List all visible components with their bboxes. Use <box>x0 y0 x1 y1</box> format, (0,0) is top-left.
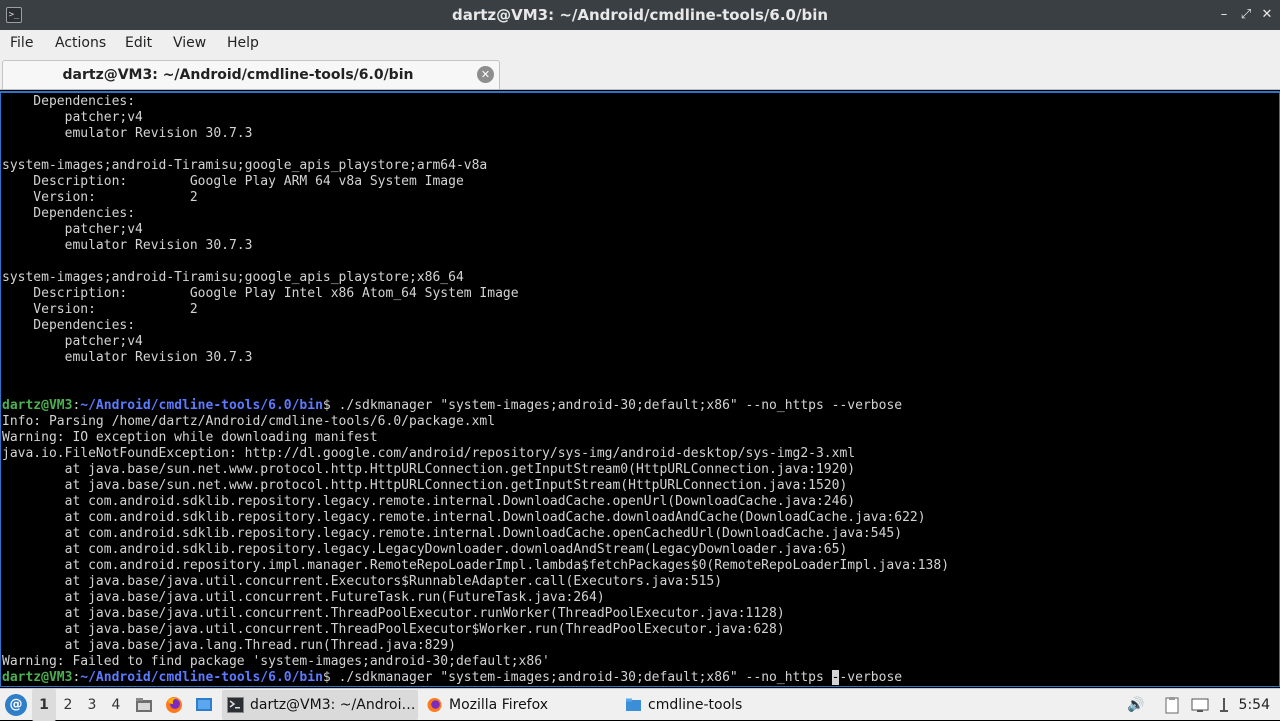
prompt-user: dartz@VM3 <box>2 670 73 685</box>
terminal-line: emulator Revision 30.7.3 <box>2 238 253 253</box>
terminal-line: Description: Google Play ARM 64 v8a Syst… <box>2 174 464 189</box>
menu-bar: File Actions Edit View Help <box>0 30 1280 58</box>
terminal-line: at com.android.sdklib.repository.legacy.… <box>2 510 926 525</box>
terminal-tab[interactable]: dartz@VM3: ~/Android/cmdline-tools/6.0/b… <box>2 60 500 89</box>
terminal-line: dartz@VM3:~/Android/cmdline-tools/6.0/bi… <box>2 398 903 413</box>
menu-help[interactable]: Help <box>227 35 259 51</box>
task-terminal[interactable]: dartz@VM3: ~/Androi… <box>222 690 418 720</box>
terminal-line: at java.base/java.util.concurrent.Thread… <box>2 622 785 637</box>
menu-edit[interactable]: Edit <box>125 35 152 51</box>
clock[interactable]: 5:54 <box>1239 689 1270 721</box>
terminal-line: at com.android.sdklib.repository.legacy.… <box>2 494 856 509</box>
terminal-line: Warning: IO exception while downloading … <box>2 430 378 445</box>
terminal-line: system-images;android-Tiramisu;google_ap… <box>2 270 464 285</box>
folder-icon <box>626 698 641 711</box>
terminal-line: at java.base/sun.net.www.protocol.http.H… <box>2 478 848 493</box>
terminal-icon <box>227 697 244 713</box>
close-button[interactable]: ✕ <box>1257 4 1277 26</box>
taskbar: @ 1 2 3 4 dartz@VM3: ~/Androi… Mozilla F… <box>0 688 1280 721</box>
task-firefox-label: Mozilla Firefox <box>449 697 549 713</box>
terminal-line: Dependencies: <box>2 318 136 333</box>
menu-file[interactable]: File <box>10 35 33 51</box>
workspace-2[interactable]: 2 <box>56 689 80 721</box>
terminal-line: Description: Google Play Intel x86 Atom_… <box>2 286 519 301</box>
debian-swirl-icon[interactable]: @ <box>5 694 27 716</box>
task-terminal-label: dartz@VM3: ~/Androi… <box>250 697 416 713</box>
workspace-3[interactable]: 3 <box>80 689 104 721</box>
tab-label: dartz@VM3: ~/Android/cmdline-tools/6.0/b… <box>62 67 414 83</box>
prompt-user: dartz@VM3 <box>2 398 73 413</box>
task-firefox[interactable]: Mozilla Firefox <box>421 690 617 720</box>
window-titlebar: >_ dartz@VM3: ~/Android/cmdline-tools/6.… <box>0 0 1280 30</box>
workspace-4[interactable]: 4 <box>104 689 128 721</box>
network-icon[interactable] <box>1214 695 1234 715</box>
terminal-line: at java.base/sun.net.www.protocol.http.H… <box>2 462 856 477</box>
terminal-line: at java.base/java.util.concurrent.Future… <box>2 590 605 605</box>
task-file-manager-label: cmdline-tools <box>648 697 743 713</box>
prompt-path: ~/Android/cmdline-tools/6.0/bin <box>80 398 323 413</box>
terminal-lines: Dependencies: patcher;v4 emulator Revisi… <box>2 94 949 686</box>
tab-close-icon[interactable]: ✕ <box>477 66 494 83</box>
terminal-line: patcher;v4 <box>2 334 143 349</box>
volume-icon[interactable]: 🔊 <box>1126 695 1146 715</box>
terminal-input-line[interactable]: dartz@VM3:~/Android/cmdline-tools/6.0/bi… <box>2 670 949 686</box>
terminal-line: Info: Parsing /home/dartz/Android/cmdlin… <box>2 414 496 429</box>
tab-bar: dartz@VM3: ~/Android/cmdline-tools/6.0/b… <box>0 58 1280 90</box>
task-file-manager[interactable]: cmdline-tools <box>620 690 816 720</box>
terminal-line: at java.base/java.util.concurrent.Execut… <box>2 574 723 589</box>
terminal-line: Version: 2 <box>2 302 198 317</box>
terminal-line: Warning: Failed to find package 'system-… <box>2 654 550 669</box>
terminal-line: at com.android.repository.impl.manager.R… <box>2 558 950 573</box>
terminal-line: system-images;android-Tiramisu;google_ap… <box>2 158 488 173</box>
window-title: dartz@VM3: ~/Android/cmdline-tools/6.0/b… <box>451 6 829 24</box>
terminal-line: Dependencies: <box>2 206 136 221</box>
firefox-launcher-icon[interactable] <box>164 695 184 715</box>
desktop-launcher-icon[interactable] <box>194 695 214 715</box>
terminal-line: java.io.FileNotFoundException: http://dl… <box>2 446 856 461</box>
workspace-1[interactable]: 1 <box>32 689 56 721</box>
terminal-line: patcher;v4 <box>2 110 143 125</box>
clipboard-icon[interactable] <box>1162 695 1182 715</box>
firefox-icon <box>427 698 442 712</box>
menu-actions[interactable]: Actions <box>55 35 106 51</box>
terminal-line: Version: 2 <box>2 190 198 205</box>
terminal-line: at com.android.sdklib.repository.legacy.… <box>2 526 903 541</box>
maximize-button[interactable]: ⤢ <box>1236 4 1256 26</box>
menu-view[interactable]: View <box>173 35 206 51</box>
terminal-line: patcher;v4 <box>2 222 143 237</box>
terminal-output[interactable]: Dependencies: patcher;v4 emulator Revisi… <box>0 91 1280 687</box>
terminal-line: emulator Revision 30.7.3 <box>2 126 253 141</box>
terminal-line: Dependencies: <box>2 94 136 109</box>
terminal-line: at java.base/java.lang.Thread.run(Thread… <box>2 638 456 653</box>
minimize-button[interactable]: – <box>1214 4 1234 26</box>
terminal-line: emulator Revision 30.7.3 <box>2 350 253 365</box>
terminal-line: at java.base/java.util.concurrent.Thread… <box>2 606 785 621</box>
prompt-path: ~/Android/cmdline-tools/6.0/bin <box>80 670 323 685</box>
display-icon[interactable] <box>1190 695 1210 715</box>
terminal-line: at com.android.sdklib.repository.legacy.… <box>2 542 848 557</box>
file-manager-launcher-icon[interactable] <box>134 695 154 715</box>
